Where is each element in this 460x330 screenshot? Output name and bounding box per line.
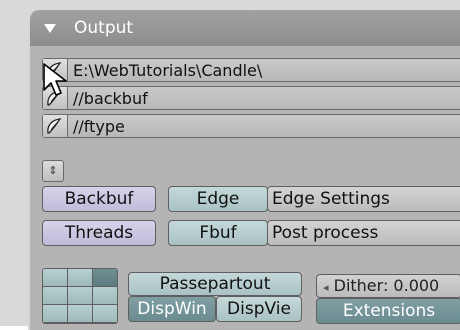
window-background: Output E:\WebTutorials\Candle\ //backbuf [0,0,460,330]
ftype-path-row: //ftype [42,114,460,138]
grid-cell[interactable] [68,287,93,305]
fbuf-button[interactable]: Fbuf [168,220,268,246]
threads-button[interactable]: Threads [42,220,156,246]
output-panel: Output E:\WebTutorials\Candle\ //backbuf [28,10,460,330]
thread-grid-selector[interactable] [42,268,118,324]
dispwin-button[interactable]: DispWin [128,296,216,322]
grid-cell[interactable] [68,269,93,287]
panel-title: Output [74,18,134,38]
grid-cell[interactable] [43,269,68,287]
extensions-button[interactable]: Extensions [316,298,460,324]
grid-cell-active[interactable] [93,269,117,287]
grid-cell[interactable] [68,305,93,323]
backbuf-path-row: //backbuf [42,86,460,110]
grid-cell[interactable] [43,305,68,323]
edge-button[interactable]: Edge [168,186,268,212]
grid-cell[interactable] [93,287,117,305]
output-path-field[interactable]: E:\WebTutorials\Candle\ [73,61,262,80]
grid-cell[interactable] [93,305,117,323]
output-path-row: E:\WebTutorials\Candle\ [42,58,460,82]
ftype-path-field[interactable]: //ftype [73,117,125,136]
file-browse-icon[interactable] [43,115,68,137]
edge-settings-button[interactable]: Edge Settings [267,186,460,212]
post-process-button[interactable]: Post process [267,220,460,246]
passepartout-button[interactable]: Passepartout [128,272,302,296]
panel-header[interactable]: Output [30,10,460,46]
dither-label: Dither: 0.000 [333,276,440,295]
decrement-arrow-icon[interactable]: ◂ [323,281,329,294]
collapse-triangle-icon[interactable] [44,24,56,33]
dispview-button[interactable]: DispVie [216,296,302,322]
grid-cell[interactable] [43,287,68,305]
mouse-pointer-icon [43,63,67,96]
backbuf-button[interactable]: Backbuf [42,186,156,212]
backbuf-path-field[interactable]: //backbuf [73,89,148,108]
dither-field[interactable]: ◂ Dither: 0.000 [316,274,460,298]
stepper-button[interactable]: ⇕ [42,160,64,182]
